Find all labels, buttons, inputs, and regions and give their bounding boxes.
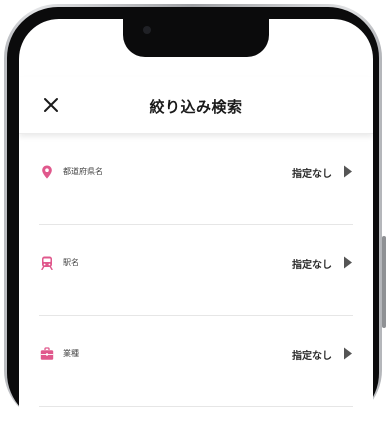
filter-row-industry[interactable]: 業種 指定なし: [19, 316, 373, 407]
chevron-right-icon: [344, 256, 352, 269]
filter-label: 業種: [63, 349, 79, 358]
filter-row-prefecture[interactable]: 都道府県名 指定なし: [19, 134, 373, 225]
filter-value: 指定なし: [292, 351, 332, 362]
filter-value: 指定なし: [292, 260, 332, 271]
location-pin-icon: [42, 165, 52, 179]
app-screen: 絞り込み検索 都道府県名 指定なし 駅名 指定なし 業種 指定なし: [19, 19, 373, 439]
filter-label: 駅名: [63, 258, 79, 267]
filter-list: 都道府県名 指定なし 駅名 指定なし 業種 指定なし: [19, 134, 373, 407]
filter-label: 都道府県名: [63, 167, 103, 176]
chevron-right-icon: [344, 165, 352, 178]
briefcase-icon: [40, 347, 54, 360]
power-button: [382, 236, 386, 328]
phone-frame: 絞り込み検索 都道府県名 指定なし 駅名 指定なし 業種 指定なし: [4, 4, 386, 439]
train-icon: [41, 256, 53, 270]
page-title: 絞り込み検索: [149, 98, 243, 116]
modal-header: 絞り込み検索: [19, 77, 373, 134]
filter-row-station[interactable]: 駅名 指定なし: [19, 225, 373, 316]
filter-value: 指定なし: [292, 169, 332, 180]
front-camera: [143, 26, 151, 34]
chevron-right-icon: [344, 347, 352, 360]
camera-notch: [123, 19, 269, 57]
row-divider: [39, 406, 353, 407]
